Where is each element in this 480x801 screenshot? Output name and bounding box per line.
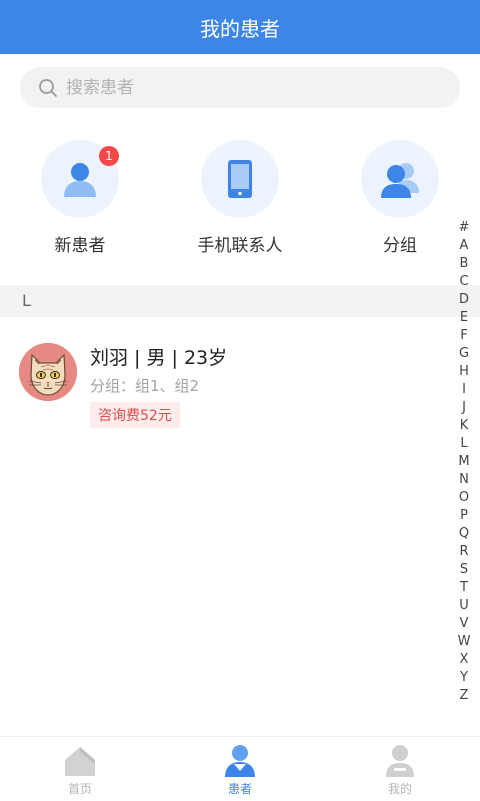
person-icon <box>64 163 96 197</box>
group-icon <box>381 163 419 198</box>
alphabet-index[interactable]: # A B C D E F G H I J K L M N O P Q R S T U V W X Y Z <box>456 219 472 705</box>
index-letter[interactable]: D <box>456 291 472 309</box>
group-label: 分组 <box>383 236 417 256</box>
tab-home-label: 首页 <box>67 782 92 796</box>
index-letter[interactable]: Y <box>456 669 472 687</box>
phone-contacts-button[interactable]: 手机联系人 <box>160 140 320 260</box>
index-letter[interactable]: B <box>456 255 472 273</box>
search-input[interactable] <box>64 76 428 99</box>
home-icon <box>65 747 95 776</box>
new-patient-badge: 1 <box>99 146 119 166</box>
index-letter[interactable]: U <box>456 597 472 615</box>
section-letter: L <box>22 291 31 310</box>
index-letter[interactable]: G <box>456 345 472 363</box>
index-letter[interactable]: X <box>456 651 472 669</box>
index-letter[interactable]: # <box>456 219 472 237</box>
index-letter[interactable]: L <box>456 435 472 453</box>
index-letter[interactable]: E <box>456 309 472 327</box>
section-header: L <box>0 285 480 317</box>
index-letter[interactable]: J <box>456 399 472 417</box>
index-letter[interactable]: P <box>456 507 472 525</box>
index-letter[interactable]: A <box>456 237 472 255</box>
patient-groups: 分组：组1、组2 <box>90 377 200 395</box>
index-letter[interactable]: I <box>456 381 472 399</box>
index-letter[interactable]: R <box>456 543 472 561</box>
group-icon-circle <box>361 140 439 218</box>
phone-contacts-label: 手机联系人 <box>197 236 283 256</box>
tab-patients[interactable]: 患者 <box>160 737 320 801</box>
phone-contacts-icon-circle <box>201 140 279 218</box>
app-header: 我的患者 <box>0 0 480 54</box>
tab-profile[interactable]: 我的 <box>320 737 480 801</box>
index-letter[interactable]: W <box>456 633 472 651</box>
index-letter[interactable]: O <box>456 489 472 507</box>
new-patient-label: 新患者 <box>54 236 106 256</box>
new-patient-button[interactable]: 1 新患者 <box>0 140 160 260</box>
new-patient-icon-circle: 1 <box>41 140 119 218</box>
tab-patients-label: 患者 <box>227 782 252 796</box>
search-bar[interactable] <box>20 67 460 108</box>
index-letter[interactable]: Z <box>456 687 472 705</box>
index-letter[interactable]: M <box>456 453 472 471</box>
index-letter[interactable]: V <box>456 615 472 633</box>
index-letter[interactable]: Q <box>456 525 472 543</box>
bottom-tab-bar: 首页 患者 我的 <box>0 736 480 800</box>
search-icon <box>39 78 57 97</box>
page-title: 我的患者 <box>200 16 280 41</box>
index-letter[interactable]: S <box>456 561 472 579</box>
patient-icon <box>225 745 255 777</box>
patient-name: 刘羽 | 男 | 23岁 <box>90 347 228 369</box>
tab-profile-label: 我的 <box>387 782 412 796</box>
index-letter[interactable]: H <box>456 363 472 381</box>
tab-home[interactable]: 首页 <box>0 737 160 801</box>
index-letter[interactable]: T <box>456 579 472 597</box>
index-letter[interactable]: F <box>456 327 472 345</box>
cat-avatar <box>19 343 77 401</box>
index-letter[interactable]: C <box>456 273 472 291</box>
index-letter[interactable]: N <box>456 471 472 489</box>
index-letter[interactable]: K <box>456 417 472 435</box>
consultation-fee-badge: 咨询费52元 <box>90 402 180 428</box>
phone-icon <box>228 160 252 198</box>
patient-list-item[interactable]: 刘羽 | 男 | 23岁 分组：组1、组2 咨询费52元 <box>0 335 450 435</box>
profile-icon <box>386 745 414 777</box>
